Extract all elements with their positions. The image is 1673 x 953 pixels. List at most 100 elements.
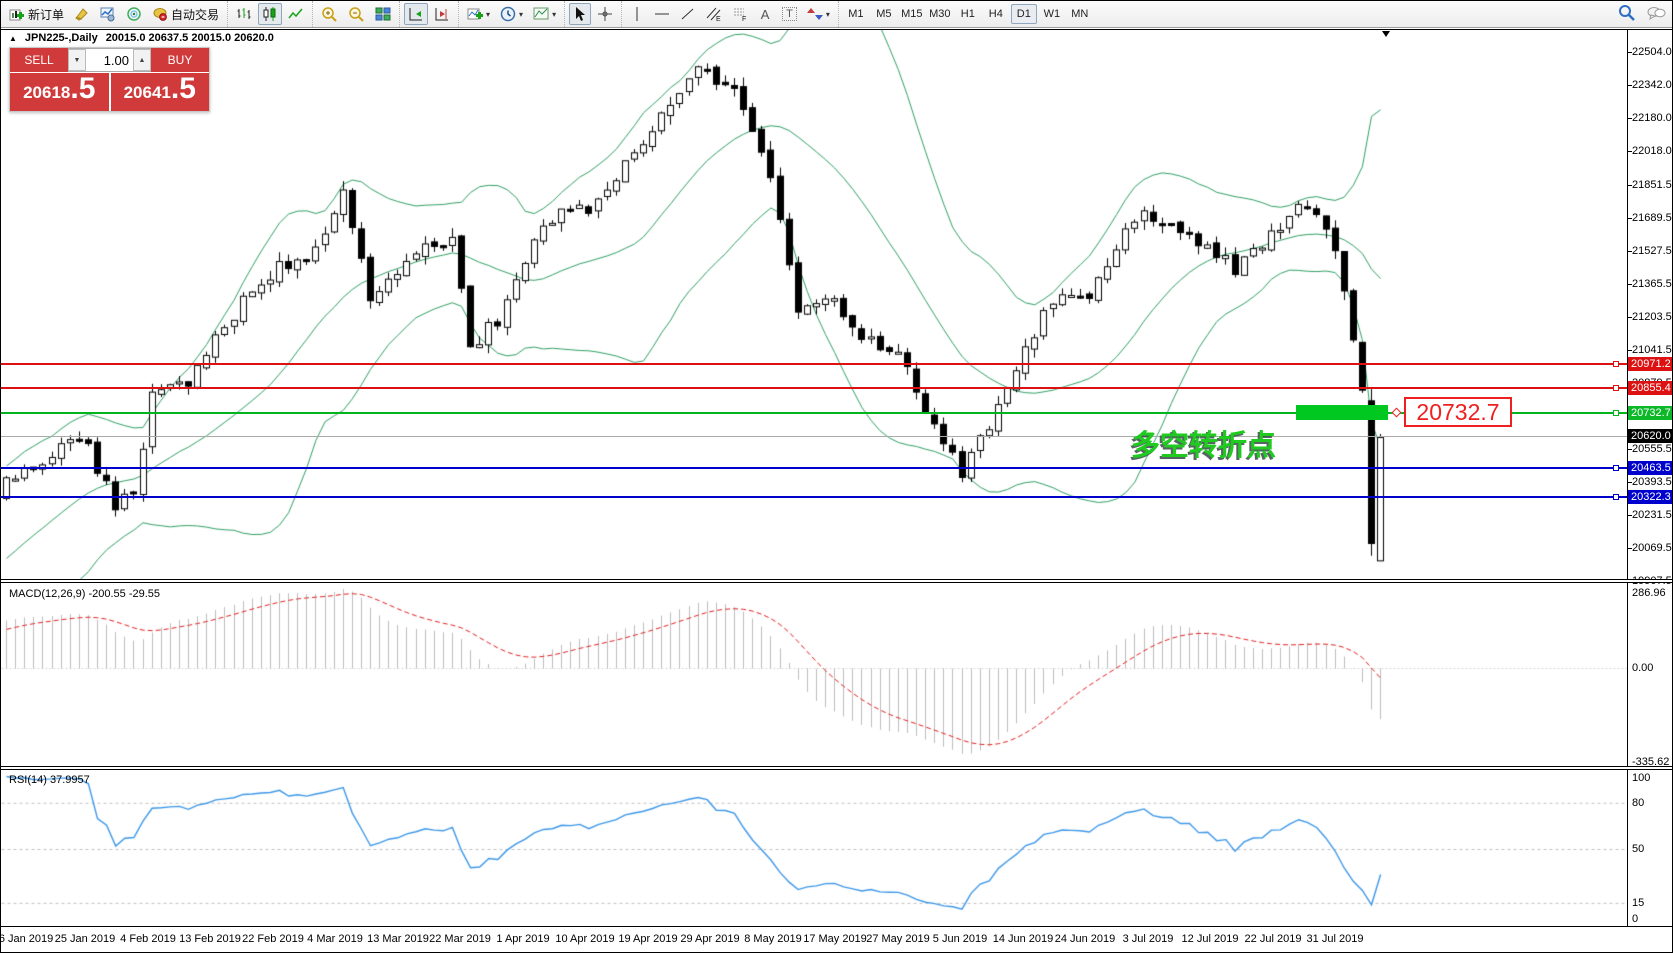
- horizontal-level-line[interactable]: [1, 467, 1627, 469]
- price-tick-mark: [1627, 548, 1632, 549]
- channel-button[interactable]: E: [702, 3, 726, 25]
- price-axis-line: [1627, 29, 1628, 926]
- level-price-label: 20620.0: [1628, 429, 1673, 443]
- date-tick-label: 29 Apr 2019: [680, 933, 739, 945]
- chart-shift-button[interactable]: [430, 3, 454, 25]
- price-tick-label: 22342.0: [1632, 78, 1672, 92]
- price-tick-label: 21203.5: [1632, 310, 1672, 324]
- pane-separator[interactable]: [1, 766, 1673, 770]
- horizontal-level-line[interactable]: [1, 436, 1627, 437]
- auto-trading-button[interactable]: 自动交易: [148, 3, 223, 25]
- auto-scroll-icon: [408, 6, 424, 22]
- zoom-out-button[interactable]: [344, 3, 369, 25]
- signal-button[interactable]: [122, 3, 146, 25]
- level-callout-box[interactable]: 20732.7: [1404, 397, 1512, 427]
- turning-point-note[interactable]: 多空转折点: [1131, 422, 1276, 464]
- hline-button[interactable]: [650, 3, 674, 25]
- timeframe-button-m1[interactable]: M1: [843, 4, 869, 24]
- text-button[interactable]: A: [754, 3, 776, 25]
- price-tick-mark: [1627, 515, 1632, 516]
- crosshair-button[interactable]: [593, 3, 617, 25]
- pane-separator[interactable]: [1, 579, 1673, 583]
- level-price-label: 20463.5: [1628, 461, 1673, 475]
- eraser-button[interactable]: [70, 3, 94, 25]
- horizontal-level-line[interactable]: [1, 387, 1627, 389]
- timeframe-button-w1[interactable]: W1: [1039, 4, 1065, 24]
- toolbar-group-timeframes: M1M5M15M30H1H4D1W1MN: [838, 1, 1097, 27]
- timeframe-button-m5[interactable]: M5: [871, 4, 897, 24]
- chart-shift-marker[interactable]: [1382, 31, 1390, 37]
- auto-trading-label: 自动交易: [171, 6, 219, 23]
- periods-button[interactable]: ▾: [496, 3, 527, 25]
- indicator-tick-label: 0.00: [1632, 661, 1653, 675]
- vline-button[interactable]: [626, 3, 648, 25]
- chart-bars-button[interactable]: [232, 3, 256, 25]
- search-icon[interactable]: [1618, 4, 1636, 25]
- sell-button[interactable]: SELL: [10, 48, 68, 72]
- timeframe-button-h4[interactable]: H4: [983, 4, 1009, 24]
- timeframe-button-m15[interactable]: M15: [899, 4, 925, 24]
- date-tick-label: 13 Feb 2019: [179, 933, 241, 945]
- collapse-arrow-icon[interactable]: ▲: [9, 34, 17, 43]
- level-line-anchor[interactable]: [1613, 361, 1619, 367]
- indicator-tick-label: 50: [1632, 842, 1644, 856]
- text-a-icon: A: [761, 7, 770, 22]
- new-order-button[interactable]: 新订单: [5, 3, 68, 25]
- chart-line-button[interactable]: [284, 3, 308, 25]
- fibonacci-button[interactable]: F: [728, 3, 752, 25]
- rsi-pane[interactable]: [1, 770, 1673, 926]
- price-tick-label: 20231.5: [1632, 508, 1672, 522]
- volume-input[interactable]: 1.00: [86, 49, 133, 71]
- timeframe-button-mn[interactable]: MN: [1067, 4, 1093, 24]
- chat-icon[interactable]: [1646, 5, 1666, 24]
- level-line-anchor[interactable]: [1613, 410, 1619, 416]
- timeframe-button-d1[interactable]: D1: [1011, 4, 1037, 24]
- cursor-button[interactable]: [569, 3, 591, 25]
- date-tick-label: 31 Jul 2019: [1307, 933, 1364, 945]
- macd-pane[interactable]: [1, 583, 1673, 766]
- arrows-button[interactable]: ▾: [803, 3, 834, 25]
- timeframe-button-h1[interactable]: H1: [955, 4, 981, 24]
- text-label-button[interactable]: T: [778, 3, 801, 25]
- macd-chart-canvas[interactable]: [1, 583, 1627, 766]
- horizontal-level-line[interactable]: [1, 496, 1627, 498]
- toolbar-group-chart-type: [227, 1, 312, 27]
- fibonacci-icon: F: [732, 6, 748, 22]
- volume-up-button[interactable]: ▲: [133, 49, 151, 71]
- market-watch-button[interactable]: [96, 3, 120, 25]
- price-tick-mark: [1627, 251, 1632, 252]
- price-tick-label: 21689.5: [1632, 211, 1672, 225]
- date-axis[interactable]: 16 Jan 201925 Jan 20194 Feb 201913 Feb 2…: [1, 926, 1673, 953]
- tile-windows-button[interactable]: [371, 3, 395, 25]
- price-tick-label: 22180.0: [1632, 111, 1672, 125]
- toolbar-right: [1618, 4, 1673, 25]
- buy-button[interactable]: BUY: [151, 48, 209, 72]
- zoom-out-icon: [348, 6, 365, 23]
- templates-button[interactable]: ▾: [529, 3, 560, 25]
- toolbar-group-zoom: [312, 1, 399, 27]
- level-line-anchor[interactable]: [1613, 385, 1619, 391]
- timeframe-button-m30[interactable]: M30: [927, 4, 953, 24]
- chart-candles-button[interactable]: [258, 3, 282, 25]
- price-tick-label: 20555.5: [1632, 442, 1672, 456]
- sell-price[interactable]: 20618 .5: [10, 73, 109, 111]
- indicators-button[interactable]: ▾: [463, 3, 494, 25]
- price-tick-label: 22504.0: [1632, 45, 1672, 59]
- volume-down-button[interactable]: ▼: [68, 49, 86, 71]
- level-line-anchor[interactable]: [1613, 465, 1619, 471]
- level-line-anchor[interactable]: [1613, 494, 1619, 500]
- zoom-in-button[interactable]: [317, 3, 342, 25]
- rsi-chart-canvas[interactable]: [1, 770, 1627, 926]
- buy-price[interactable]: 20641 .5: [111, 73, 210, 111]
- date-tick-label: 14 Jun 2019: [993, 933, 1054, 945]
- indicator-tick-label: 286.96: [1632, 586, 1666, 600]
- templates-caret-icon: ▾: [552, 10, 556, 19]
- date-tick-label: 17 May 2019: [803, 933, 867, 945]
- horizontal-level-line[interactable]: [1, 363, 1627, 365]
- auto-scroll-button[interactable]: [404, 3, 428, 25]
- text-label-icon: T: [782, 7, 797, 21]
- highlight-rectangle[interactable]: [1296, 405, 1388, 420]
- signal-icon: [126, 6, 142, 22]
- chart-line-icon: [288, 6, 304, 22]
- trendline-button[interactable]: [676, 3, 700, 25]
